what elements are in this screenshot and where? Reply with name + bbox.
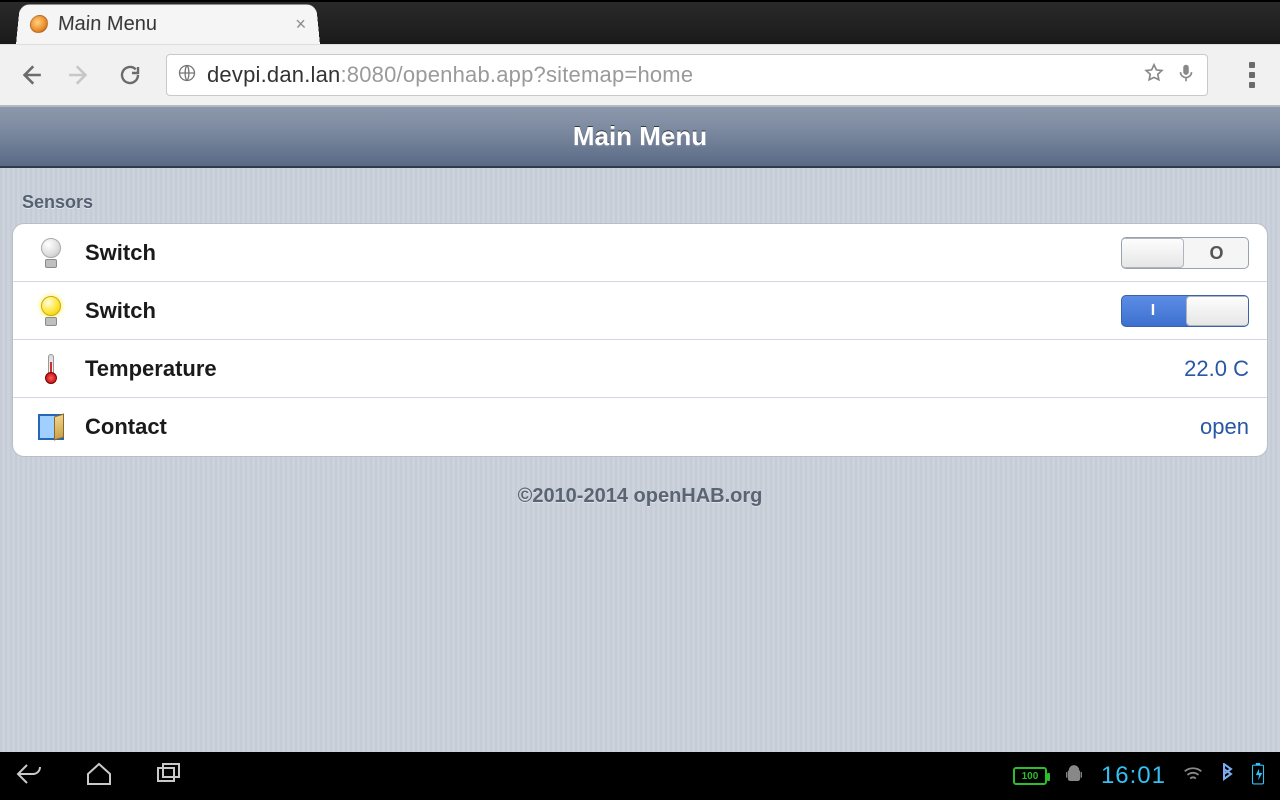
lightbulb-on-icon bbox=[31, 296, 71, 326]
row-label: Contact bbox=[85, 414, 167, 440]
address-bar[interactable]: devpi.dan.lan:8080/openhab.app?sitemap=h… bbox=[166, 54, 1208, 96]
toggle-on-label: I bbox=[1122, 302, 1185, 320]
browser-tab-active[interactable]: Main Menu × bbox=[16, 4, 320, 44]
list-item-temperature[interactable]: Temperature 22.0 C bbox=[13, 340, 1267, 398]
favicon-icon bbox=[29, 15, 49, 33]
url-path: /openhab.app?sitemap=home bbox=[397, 62, 694, 87]
section-title: Sensors bbox=[12, 178, 1268, 223]
browser-menu-button[interactable] bbox=[1240, 62, 1264, 88]
app-footer: ©2010-2014 openHAB.org bbox=[12, 457, 1268, 508]
row-label: Switch bbox=[85, 298, 156, 324]
list-item-switch-off[interactable]: Switch O bbox=[13, 224, 1267, 282]
android-recent-apps-button[interactable] bbox=[154, 759, 184, 794]
status-clock: 16:01 bbox=[1101, 762, 1166, 790]
lightbulb-off-icon bbox=[31, 238, 71, 268]
battery-charging-icon bbox=[1250, 763, 1266, 790]
back-button[interactable] bbox=[16, 62, 44, 88]
forward-button[interactable] bbox=[66, 62, 94, 88]
url-host: devpi.dan.lan bbox=[207, 62, 340, 87]
list-item-contact[interactable]: Contact open bbox=[13, 398, 1267, 456]
globe-icon bbox=[177, 63, 197, 88]
thermometer-icon bbox=[31, 354, 71, 384]
bluetooth-icon bbox=[1220, 763, 1234, 790]
wifi-icon bbox=[1182, 763, 1204, 790]
browser-toolbar: devpi.dan.lan:8080/openhab.app?sitemap=h… bbox=[0, 44, 1280, 106]
switch-toggle-off[interactable]: O bbox=[1121, 237, 1249, 269]
url-text: devpi.dan.lan:8080/openhab.app?sitemap=h… bbox=[207, 62, 1133, 88]
close-icon[interactable]: × bbox=[295, 14, 307, 35]
switch-toggle-on[interactable]: I bbox=[1121, 295, 1249, 327]
android-nav-bar: 100 16:01 bbox=[0, 752, 1280, 800]
browser-tabstrip: Main Menu × bbox=[0, 2, 1280, 44]
tab-title: Main Menu bbox=[57, 13, 286, 36]
contact-value: open bbox=[1200, 414, 1249, 440]
list-item-switch-on[interactable]: Switch I bbox=[13, 282, 1267, 340]
battery-level-badge: 100 bbox=[1013, 767, 1047, 785]
row-label: Temperature bbox=[85, 356, 217, 382]
door-open-icon bbox=[31, 414, 71, 440]
android-home-button[interactable] bbox=[84, 759, 114, 794]
content-area: Sensors Switch O Switch I bbox=[0, 168, 1280, 752]
row-label: Switch bbox=[85, 240, 156, 266]
sensors-list: Switch O Switch I Temperature 2 bbox=[12, 223, 1268, 457]
toggle-off-label: O bbox=[1185, 243, 1248, 264]
temperature-value: 22.0 C bbox=[1184, 356, 1249, 382]
page-title: Main Menu bbox=[573, 121, 707, 152]
android-back-button[interactable] bbox=[14, 759, 44, 794]
app-header: Main Menu bbox=[0, 106, 1280, 168]
android-robot-icon bbox=[1063, 763, 1085, 790]
microphone-icon[interactable] bbox=[1175, 62, 1197, 89]
reload-button[interactable] bbox=[116, 63, 144, 87]
bookmark-star-icon[interactable] bbox=[1143, 62, 1165, 89]
url-port: :8080 bbox=[340, 62, 396, 87]
